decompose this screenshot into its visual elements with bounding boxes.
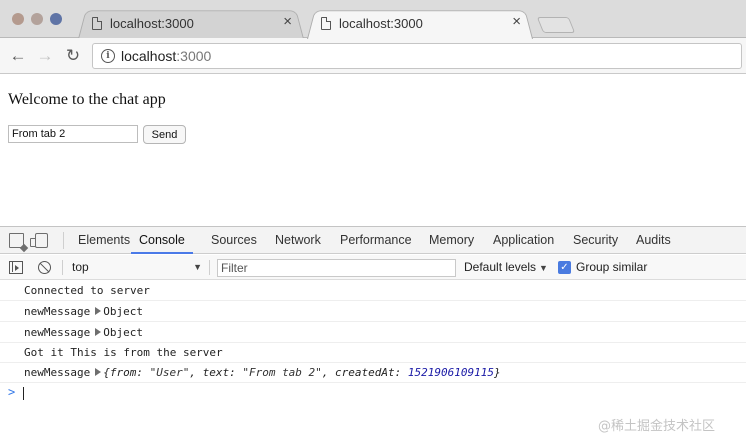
- new-tab-button[interactable]: [536, 17, 576, 33]
- log-object[interactable]: Object: [103, 305, 143, 318]
- console-message: newMessage {from: "User", text: "From tab…: [0, 363, 746, 383]
- page-icon: [92, 17, 102, 30]
- page-content: Welcome to the chat app Send: [0, 75, 746, 226]
- expand-triangle-icon[interactable]: [95, 328, 102, 336]
- inspect-element-icon[interactable]: [9, 233, 24, 248]
- context-selector[interactable]: top ▼: [66, 258, 206, 277]
- page-title: Welcome to the chat app: [8, 91, 166, 108]
- expand-triangle-icon[interactable]: [95, 368, 102, 376]
- watermark: @稀土掘金技术社区: [598, 419, 716, 434]
- page-icon: [321, 17, 331, 30]
- divider: [62, 260, 63, 275]
- browser-toolbar: ← → ↻ i localhost:3000: [0, 38, 746, 74]
- info-icon[interactable]: i: [101, 49, 115, 63]
- tab-elements[interactable]: Elements: [78, 227, 130, 254]
- console-prompt-icon: >: [8, 385, 16, 399]
- obj-text-value: "From tab 2": [242, 366, 322, 379]
- divider: [209, 260, 210, 275]
- sidebar-toggle-icon[interactable]: [9, 261, 23, 274]
- obj-sep: , text:: [189, 366, 243, 379]
- device-toolbar-icon[interactable]: [30, 233, 48, 248]
- caret-down-icon: ▼: [539, 263, 548, 273]
- tab-title: localhost:3000: [110, 16, 194, 31]
- group-similar-checkbox[interactable]: ✓: [558, 261, 571, 274]
- log-text: Got it This is from the server: [24, 346, 223, 359]
- window-minimize-button[interactable]: [31, 13, 43, 25]
- console-message: Connected to server: [0, 281, 746, 301]
- console-input-caret[interactable]: [23, 387, 24, 400]
- group-similar-label: Group similar: [576, 260, 648, 274]
- tab-sources[interactable]: Sources: [211, 227, 257, 254]
- clear-console-icon[interactable]: [38, 261, 51, 274]
- tab-console[interactable]: Console: [131, 227, 193, 254]
- context-value: top: [72, 260, 89, 274]
- log-text: Connected to server: [24, 284, 150, 297]
- browser-tab-2[interactable]: localhost:3000 ×: [307, 8, 533, 39]
- forward-arrow-icon[interactable]: →: [35, 46, 55, 66]
- tab-performance[interactable]: Performance: [340, 227, 412, 254]
- tab-application[interactable]: Application: [493, 227, 554, 254]
- log-levels-label: Default levels: [464, 260, 537, 274]
- devtools-tab-bar: Elements Console Sources Network Perform…: [0, 227, 746, 254]
- obj-close: }: [494, 366, 501, 379]
- devtools-panel: Elements Console Sources Network Perform…: [0, 226, 746, 438]
- filter-input[interactable]: [217, 259, 456, 277]
- url-port: :3000: [176, 48, 212, 64]
- divider: [63, 232, 64, 249]
- address-bar[interactable]: i localhost:3000: [92, 43, 742, 69]
- obj-createdat-value: 1521906109115: [407, 366, 494, 379]
- obj-from-value: "User": [149, 366, 190, 379]
- reload-icon[interactable]: ↻: [63, 46, 83, 66]
- close-tab-icon[interactable]: ×: [512, 14, 521, 30]
- tab-audits[interactable]: Audits: [636, 227, 671, 254]
- url-text: localhost:3000: [121, 48, 211, 64]
- close-tab-icon[interactable]: ×: [283, 14, 292, 30]
- back-arrow-icon[interactable]: ←: [8, 46, 28, 66]
- log-label: newMessage: [24, 305, 91, 318]
- tab-strip: localhost:3000 × localhost:3000 ×: [0, 0, 746, 39]
- console-toolbar: top ▼ Default levels▼ ✓ Group similar: [0, 255, 746, 280]
- tab-title: localhost:3000: [339, 16, 423, 31]
- caret-down-icon: ▼: [193, 262, 202, 272]
- log-levels-dropdown[interactable]: Default levels ▼: [464, 259, 548, 277]
- url-host: localhost: [121, 48, 177, 64]
- message-input[interactable]: [8, 125, 138, 143]
- log-label: newMessage: [24, 366, 91, 379]
- window-close-button[interactable]: [12, 13, 24, 25]
- console-message: newMessage Object: [0, 323, 746, 343]
- console-message: newMessage Object: [0, 302, 746, 322]
- window-maximize-button[interactable]: [50, 13, 62, 25]
- send-button[interactable]: Send: [143, 125, 186, 144]
- tab-memory[interactable]: Memory: [429, 227, 474, 254]
- tab-security[interactable]: Security: [573, 227, 618, 254]
- console-message: Got it This is from the server: [0, 343, 746, 363]
- obj-sep: , createdAt:: [321, 366, 408, 379]
- browser-tab-1[interactable]: localhost:3000 ×: [78, 8, 304, 39]
- tab-network[interactable]: Network: [275, 227, 321, 254]
- log-label: newMessage: [24, 326, 91, 339]
- expand-triangle-icon[interactable]: [95, 307, 102, 315]
- obj-open: {from:: [103, 366, 150, 379]
- log-object-preview[interactable]: {from: "User", text: "From tab 2", creat…: [103, 366, 500, 379]
- log-object[interactable]: Object: [103, 326, 143, 339]
